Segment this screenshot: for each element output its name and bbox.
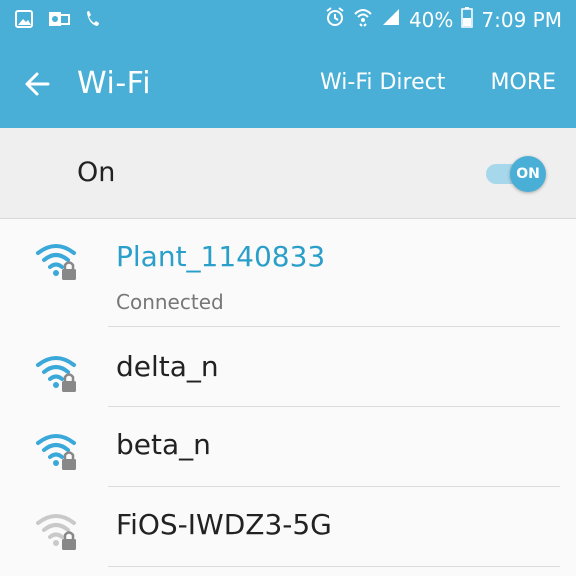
wifi-secured-icon bbox=[36, 356, 76, 392]
wifi-secured-icon bbox=[36, 434, 76, 470]
network-name: FiOS-IWDZ3-5G bbox=[116, 508, 332, 541]
back-button[interactable] bbox=[20, 64, 60, 104]
divider bbox=[108, 406, 560, 407]
wifi-switch[interactable]: ON bbox=[486, 154, 550, 194]
network-status: Connected bbox=[116, 290, 224, 314]
more-button[interactable]: MORE bbox=[491, 70, 556, 95]
divider bbox=[108, 566, 560, 567]
wifi-secured-icon bbox=[36, 244, 76, 280]
wifi-toggle-row[interactable]: On ON bbox=[0, 128, 576, 219]
wifi-status-icon bbox=[353, 6, 373, 33]
network-item-beta[interactable]: beta_n bbox=[0, 408, 576, 488]
clock: 7:09 PM bbox=[481, 7, 562, 32]
toggle-label: On bbox=[77, 157, 116, 188]
outlook-icon bbox=[48, 9, 70, 33]
status-bar: 40% 7:09 PM bbox=[0, 0, 576, 38]
page-title: Wi-Fi bbox=[77, 66, 152, 101]
network-name: beta_n bbox=[116, 428, 211, 461]
network-name: Plant_1140833 bbox=[116, 240, 326, 273]
app-bar: Wi-Fi Wi-Fi Direct MORE bbox=[0, 38, 576, 128]
network-name: delta_n bbox=[116, 350, 219, 383]
network-item-fios[interactable]: FiOS-IWDZ3-5G bbox=[0, 488, 576, 568]
alarm-icon bbox=[325, 6, 345, 33]
network-item-delta[interactable]: delta_n bbox=[0, 330, 576, 410]
missed-call-icon bbox=[84, 9, 102, 33]
gallery-icon bbox=[14, 9, 34, 33]
divider bbox=[108, 486, 560, 487]
wifi-direct-button[interactable]: Wi-Fi Direct bbox=[320, 70, 445, 95]
signal-icon bbox=[381, 7, 401, 32]
battery-icon bbox=[461, 6, 474, 33]
wifi-weak-secured-icon bbox=[36, 514, 76, 550]
network-item-plant[interactable]: Plant_1140833 Connected bbox=[0, 218, 576, 314]
battery-percent: 40% bbox=[408, 7, 454, 32]
divider bbox=[108, 326, 560, 327]
switch-knob: ON bbox=[510, 156, 546, 192]
back-arrow-icon bbox=[25, 72, 50, 96]
